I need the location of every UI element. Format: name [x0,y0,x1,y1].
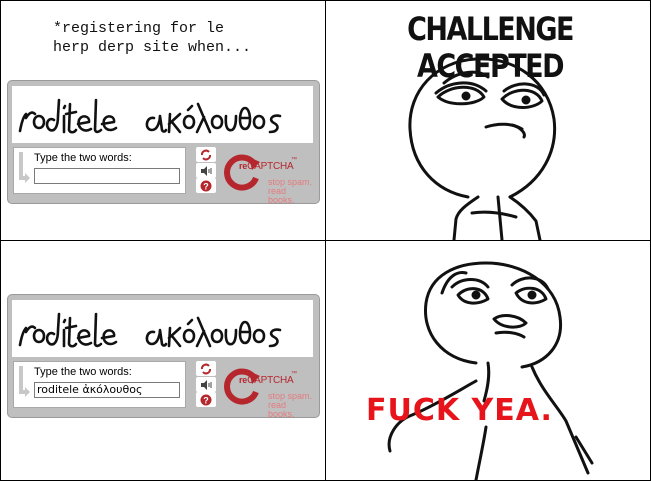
svg-text:?: ? [203,395,209,405]
panel-1: *registering for le herp derp site when.… [1,1,325,240]
fuck-yea-face-icon [387,261,594,480]
captcha-entry-box: Type the two words: [13,147,186,194]
audio-button[interactable] [196,163,216,178]
captcha-input[interactable] [34,168,180,184]
captcha-prompt-label: Type the two words: [34,152,132,164]
captcha-image [12,300,313,357]
help-button[interactable]: ? [196,178,216,193]
challenge-accepted-face-icon [408,57,557,240]
help-icon: ? [200,394,212,405]
captcha-input[interactable]: roditele ἀκόλουθος [34,382,180,398]
speaker-icon [201,379,212,390]
help-button[interactable]: ? [196,392,216,407]
recaptcha-widget-filled: Type the two words: roditele ἀκόλουθος ?… [7,294,320,419]
reload-button[interactable] [196,147,216,162]
captcha-distorted-words [18,98,282,134]
caption-line-2: herp derp site when... [53,39,252,56]
captcha-image [12,86,313,143]
captcha-entry-box: Type the two words: roditele ἀκόλουθος [13,361,186,408]
panel-1-caption: *registering for le herp derp site when.… [53,19,251,57]
recaptcha-wordmark: reCAPTCHA [239,375,294,386]
help-icon: ? [200,180,212,191]
reload-button[interactable] [196,361,216,376]
logo-prefix: re [239,375,248,385]
recaptcha-wordmark: reCAPTCHA [239,161,294,172]
recaptcha-logo: reCAPTCHA ™ stop spam. read books. [222,151,314,205]
logo-prefix: re [239,161,248,171]
logo-text: CAPTCHA [247,161,294,172]
captcha-prompt-label: Type the two words: [34,366,132,378]
panel-4: FUCK YEA. [326,241,650,480]
audio-button[interactable] [196,377,216,392]
entry-arrow-icon [19,152,30,183]
tagline-line-2: read books. [268,186,295,205]
speaker-icon [201,165,212,176]
tagline-line-2: read books. [268,400,295,419]
panel-2: CHALLENGE ACCEPTED [326,1,650,240]
recaptcha-widget: Type the two words: ? reCAPTCHA ™ stop s… [7,80,320,205]
captcha-distorted-words [18,312,282,348]
logo-tm: ™ [291,157,297,163]
logo-tm: ™ [291,371,297,377]
reload-icon [201,363,211,374]
reload-icon [201,149,211,160]
recaptcha-logo: reCAPTCHA ™ stop spam. read books. [222,365,314,419]
logo-text: CAPTCHA [247,375,294,386]
panel-3: Type the two words: roditele ἀκόλουθος ?… [1,241,325,480]
captcha-buttons: ? [196,147,218,193]
caption-line-1: *registering for le [53,20,225,37]
entry-arrow-icon [19,366,30,397]
svg-text:?: ? [203,181,209,191]
captcha-buttons: ? [196,361,218,407]
fuck-yea-caption: FUCK YEA. [366,393,553,428]
